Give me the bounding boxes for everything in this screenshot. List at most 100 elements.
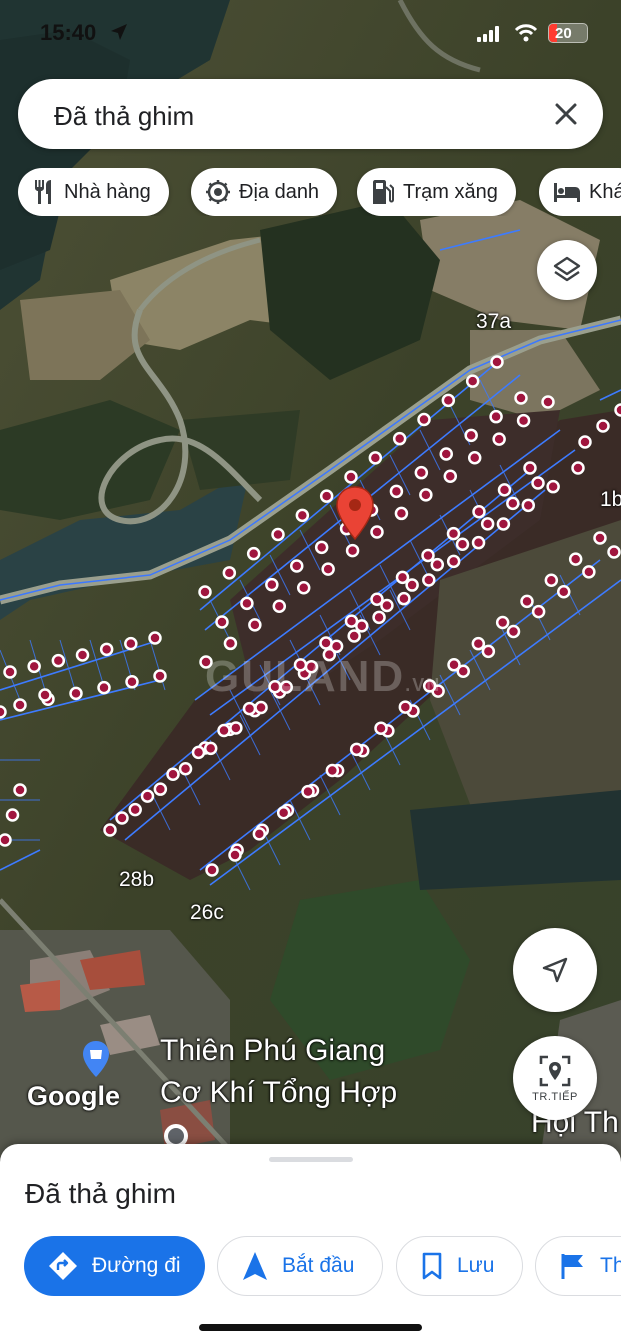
landmark-icon [206,180,230,204]
start-button[interactable]: Bắt đầu [217,1236,383,1296]
parcel-dot [506,624,521,639]
shopping-pin-icon[interactable] [82,1040,110,1078]
cell-signal-icon [477,26,499,42]
street-view-button[interactable]: TR.TIẾP [513,1036,597,1120]
parcel-dot [198,585,212,599]
parcel-dot [441,393,456,408]
parcel-dot [521,498,536,513]
parcel-dot [349,742,364,757]
status-time: 15:40 [40,20,97,45]
parcel-dot [472,505,486,519]
parcel-dot [571,461,585,475]
label-label: Th [600,1254,621,1277]
parcel-dot [523,461,537,475]
parcel-dot [531,476,545,490]
parcel-dot [153,669,167,683]
status-bar: 15:40 20 [0,0,621,60]
chip-hotels[interactable]: Khá [539,168,621,216]
parcel-dot [228,848,242,862]
fork-knife-icon [35,180,51,204]
parcel-dot [229,721,243,735]
parcel-dot [430,557,445,572]
parcel-dot [557,585,571,599]
parcel-dot [240,596,254,611]
parcel-dot [582,565,596,579]
parcel-dot [124,636,138,651]
parcel-dot [140,789,155,803]
parcel-dot [520,594,534,609]
parcel-dot [153,782,168,796]
navigation-arrow-icon [542,957,568,983]
parcel-dot [314,540,329,555]
label-button[interactable]: Th [535,1236,621,1296]
place-label-thien-phu-giang[interactable]: Thiên Phú Giang [160,1034,385,1068]
parcel-dot [319,636,333,650]
my-location-button[interactable] [513,928,597,1012]
parcel-dot [394,506,409,521]
parcel-dot [215,615,229,629]
parcel-dot [0,833,12,847]
parcel-dot [546,479,560,494]
parcel-dot [489,409,503,424]
save-button[interactable]: Lưu [396,1236,523,1296]
parcel-dot [397,591,411,606]
search-query[interactable]: Đã thả ghim [54,101,194,132]
parcel-dot [223,636,238,651]
search-bar[interactable]: Đã thả ghim [18,79,603,149]
dropped-pin-icon[interactable] [335,485,375,541]
gas-station-icon [373,180,394,204]
parcel-dot [471,535,486,550]
parcel-dot [344,470,358,484]
chip-label: Địa danh [239,180,320,203]
parcel-dot [389,484,404,499]
parcel-dot [446,526,461,541]
parcel-dot [75,648,90,662]
start-label: Bắt đầu [282,1254,355,1277]
directions-icon [49,1252,77,1280]
chip-label: Trạm xăng [403,180,498,203]
parcel-dot [395,570,410,585]
parcel-dot [419,488,433,502]
parcel-dot [443,469,458,484]
parcel-dot [422,573,436,587]
parcel-dot [148,631,162,645]
place-sheet[interactable]: Đã thả ghim Đường đi Bắt đầu Lưu Th [0,1144,621,1344]
parcel-dot [97,680,111,695]
google-logo: Google [27,1081,120,1111]
chip-landmarks[interactable]: Địa danh [191,168,338,216]
street-view-icon [539,1055,571,1086]
wifi-icon [514,24,538,42]
parcel-dot [568,552,583,566]
parcel-dot [607,545,621,559]
parcel-dot [492,432,506,446]
parcel-dot [421,548,435,563]
home-indicator[interactable] [199,1324,422,1331]
place-label-co-khi-tong-hop[interactable]: Cơ Khí Tổng Hợp [160,1076,397,1110]
parcel-dot [596,419,610,433]
parcel-dot [246,546,261,561]
parcel-dot [516,413,531,428]
parcel-dot [38,688,52,702]
parcel-dot [455,537,470,551]
directions-label: Đường đi [92,1254,181,1277]
parcel-dot [345,543,360,558]
chip-gas-stations[interactable]: Trạm xăng [357,168,516,216]
parcel-dot [329,639,344,654]
parcel-dot [203,741,218,756]
parcel-dot [191,745,206,760]
parcel-label-28b: 28b [119,868,155,891]
close-icon[interactable] [551,99,581,129]
directions-button[interactable]: Đường đi [24,1236,205,1296]
parcel-dot [446,554,461,569]
flag-icon [561,1254,583,1279]
layers-button[interactable] [537,240,597,300]
parcel-dot [205,863,219,877]
parcel-dot [531,604,546,619]
battery-level: 20 [555,25,572,42]
parcel-dot [417,412,431,427]
parcel-label-26c: 26c [190,901,224,924]
sheet-drag-handle[interactable] [269,1157,353,1162]
parcel-dot [480,517,495,531]
parcel-dot [344,614,359,628]
chip-restaurants[interactable]: Nhà hàng [18,168,169,216]
